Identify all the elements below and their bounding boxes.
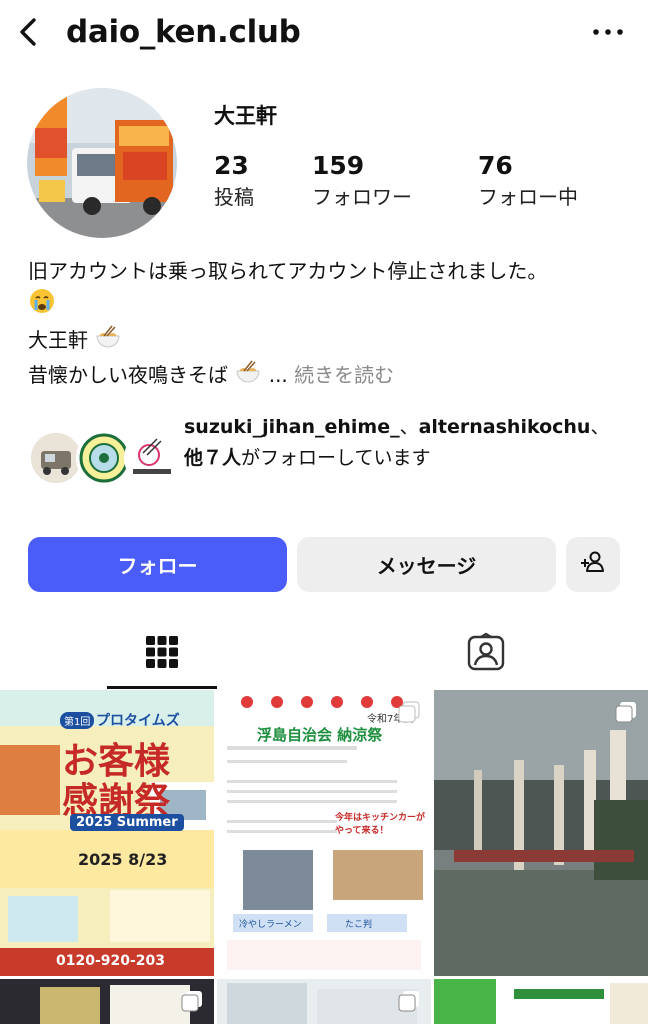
post-title: 浮島自治会 納涼祭 [257, 726, 383, 744]
posts-grid: 第1回 プロタイムズ お客様 感謝祭 2025 Summer 2025 8/23… [0, 690, 648, 1024]
mutual-followers[interactable]: suzuki_jihan_ehime_、alternashikochu、他７人が… [28, 410, 628, 510]
bio-line: 旧アカウントは乗っ取られてアカウント停止されました。 [28, 259, 548, 283]
add-person-icon [580, 550, 606, 579]
posts-count[interactable]: 23 投稿 [214, 150, 254, 212]
noodle-bowl-icon [234, 359, 262, 394]
bio-brand-text: 大王軒 [28, 328, 88, 352]
bio-read-more-link[interactable]: 続きを読む [294, 363, 394, 387]
carousel-icon [180, 989, 204, 1013]
separator: 、 [590, 416, 610, 438]
active-tab-indicator [107, 686, 217, 689]
mutual-avatars [28, 430, 180, 490]
post-date: 2025 8/23 [78, 850, 168, 869]
posts-count-label: 投稿 [214, 185, 254, 209]
post-subtitle: 2025 Summer [70, 814, 184, 831]
mutual-account-link[interactable]: alternashikochu [419, 416, 591, 438]
mutual-others-count[interactable]: 他７人 [184, 447, 241, 469]
post-phone: 0120-920-203 [56, 953, 166, 969]
tagged-person-icon [466, 632, 506, 676]
carousel-icon [397, 700, 421, 724]
back-icon[interactable] [12, 12, 46, 52]
carousel-icon [614, 700, 638, 724]
follow-button[interactable]: フォロー [28, 537, 287, 592]
mutual-account-link[interactable]: suzuki_jihan_ehime_ [184, 416, 400, 438]
tab-posts-grid[interactable] [54, 620, 270, 688]
tab-tagged[interactable] [378, 620, 594, 688]
post-thumbnail[interactable]: 第1回 プロタイムズ お客様 感謝祭 2025 Summer 2025 8/23… [0, 690, 214, 976]
profile-avatar[interactable] [27, 88, 177, 238]
separator: 、 [399, 416, 419, 438]
post-note: 今年はキッチンカーがやって来る！ [335, 813, 426, 836]
mutual-avatar [124, 430, 180, 486]
profile-username: daio_ken.club [66, 14, 301, 50]
bio-ellipsis: ... [268, 363, 295, 387]
bio-line: 昔懐かしい夜鳴きそば ... 続きを読む [28, 359, 628, 394]
post-thumbnail[interactable] [0, 979, 214, 1024]
post-thumbnail[interactable]: 令和7年度 浮島自治会 納涼祭 今年はキッチンカーがやって来る！ 冷やしラーメン… [217, 690, 431, 976]
post-thumbnail[interactable] [434, 979, 648, 1024]
post-thumbnail[interactable] [217, 979, 431, 1024]
following-count-label: フォロー中 [478, 185, 578, 209]
bio-line: 大王軒 [28, 324, 628, 359]
mutual-followers-text: suzuki_jihan_ehime_、alternashikochu、他７人が… [184, 412, 624, 474]
profile-display-name: 大王軒 [214, 104, 277, 128]
message-button[interactable]: メッセージ [297, 537, 556, 592]
noodle-bowl-icon [94, 324, 122, 359]
more-options-icon[interactable] [588, 16, 628, 48]
crying-face-icon [28, 287, 56, 324]
profile-bio: 旧アカウントは乗っ取られてアカウント停止されました。 大王軒 昔懐かしい夜鳴きそ… [28, 256, 628, 394]
post-brand: プロタイムズ [96, 713, 180, 729]
following-count[interactable]: 76 フォロー中 [478, 150, 578, 212]
grid-icon [145, 635, 179, 673]
following-count-value: 76 [478, 151, 513, 180]
bio-emoji-line [28, 287, 628, 324]
mutual-suffix-text: がフォローしています [241, 447, 431, 469]
post-badge: 第1回 [60, 712, 95, 729]
followers-count[interactable]: 159 フォロワー [312, 150, 412, 212]
post-item: 冷やしラーメン [239, 920, 302, 930]
bio-tagline-text: 昔懐かしい夜鳴きそば [28, 363, 228, 387]
followers-count-value: 159 [312, 151, 365, 180]
profile-actions: フォロー メッセージ [28, 537, 620, 593]
post-item: たこ判 [345, 920, 373, 930]
posts-count-value: 23 [214, 151, 249, 180]
post-thumbnail[interactable] [434, 690, 648, 976]
carousel-icon [397, 989, 421, 1013]
profile-header: daio_ken.club [0, 0, 648, 66]
suggest-people-button[interactable] [566, 537, 620, 592]
profile-tabs [0, 620, 648, 690]
followers-count-label: フォロワー [312, 185, 412, 209]
